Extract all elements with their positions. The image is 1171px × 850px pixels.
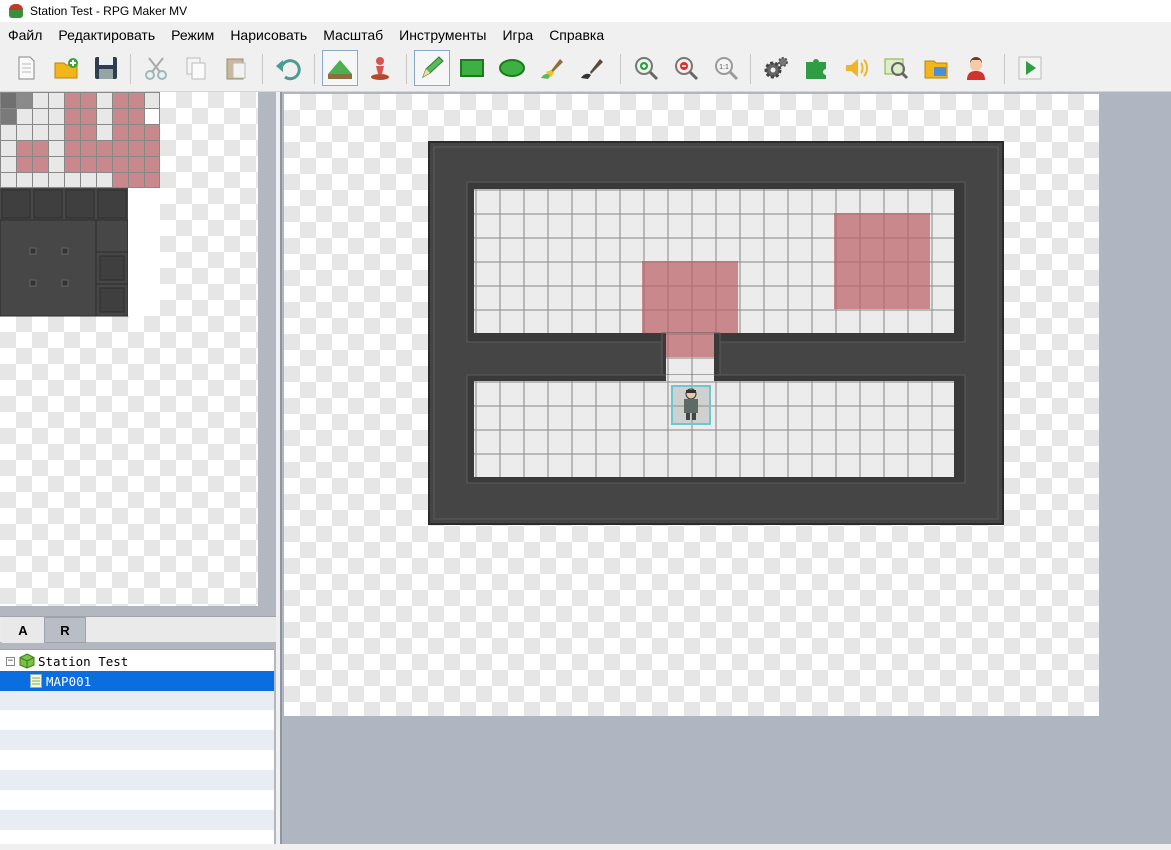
zoom-actual-label: 1:1 — [719, 64, 729, 71]
fill-icon[interactable] — [534, 50, 570, 86]
tab-r[interactable]: R — [44, 617, 86, 643]
collapse-icon[interactable]: − — [6, 656, 15, 666]
menu-game[interactable]: Игра — [494, 27, 541, 43]
playtest-icon[interactable] — [1012, 50, 1048, 86]
rpg-maker-icon — [8, 4, 24, 18]
zoom-actual-icon[interactable]: 1:1 — [708, 50, 744, 86]
menu-draw[interactable]: Нарисовать — [222, 27, 315, 43]
tileset-scrollbar[interactable] — [258, 92, 274, 606]
project-cube-icon — [19, 653, 35, 669]
pencil-icon[interactable] — [414, 50, 450, 86]
player-character[interactable] — [671, 385, 711, 425]
database-icon[interactable] — [758, 50, 794, 86]
map-tree: − Station Test MAP001 — [0, 649, 274, 844]
zoom-out-icon[interactable] — [668, 50, 704, 86]
open-project-icon[interactable] — [48, 50, 84, 86]
tree-project-node[interactable]: − Station Test — [6, 651, 128, 671]
sound-test-icon[interactable] — [838, 50, 874, 86]
undo-icon[interactable] — [270, 50, 306, 86]
resource-manager-icon[interactable] — [918, 50, 954, 86]
menu-bar: Файл Редактировать Режим Нарисовать Масш… — [0, 24, 1171, 46]
event-mode-icon[interactable] — [362, 50, 398, 86]
map-icon — [30, 674, 42, 688]
tileset-palette[interactable] — [0, 92, 258, 606]
ellipse-icon[interactable] — [494, 50, 530, 86]
menu-tools[interactable]: Инструменты — [391, 27, 494, 43]
menu-edit[interactable]: Редактировать — [50, 27, 163, 43]
toolbar: 1:1 — [0, 46, 1171, 92]
map-editor-area[interactable] — [280, 92, 1171, 844]
zoom-in-icon[interactable] — [628, 50, 664, 86]
menu-scale[interactable]: Масштаб — [315, 27, 391, 43]
save-icon[interactable] — [88, 50, 124, 86]
map-mode-icon[interactable] — [322, 50, 358, 86]
tree-map-item[interactable]: MAP001 — [0, 671, 274, 691]
tab-a[interactable]: A — [2, 617, 44, 643]
shadow-pen-icon[interactable] — [574, 50, 610, 86]
event-searcher-icon[interactable] — [878, 50, 914, 86]
map-canvas[interactable] — [284, 94, 1099, 716]
copy-icon[interactable] — [178, 50, 214, 86]
cut-icon[interactable] — [138, 50, 174, 86]
menu-file[interactable]: Файл — [0, 27, 50, 43]
window-title: Station Test - RPG Maker MV — [30, 4, 188, 18]
left-panel: A R − Station Test MAP001 — [0, 92, 276, 844]
plugin-manager-icon[interactable] — [798, 50, 834, 86]
menu-mode[interactable]: Режим — [163, 27, 222, 43]
rectangle-icon[interactable] — [454, 50, 490, 86]
project-name: Station Test — [38, 653, 129, 669]
menu-help[interactable]: Справка — [541, 27, 612, 43]
title-bar: Station Test - RPG Maker MV — [0, 0, 1171, 22]
tileset-tabs: A R — [0, 616, 276, 643]
tileset-tiles — [0, 92, 160, 317]
map-drawing — [428, 141, 1004, 525]
map-name: MAP001 — [46, 673, 92, 689]
character-generator-icon[interactable] — [958, 50, 994, 86]
paste-icon[interactable] — [218, 50, 254, 86]
new-project-icon[interactable] — [8, 50, 44, 86]
